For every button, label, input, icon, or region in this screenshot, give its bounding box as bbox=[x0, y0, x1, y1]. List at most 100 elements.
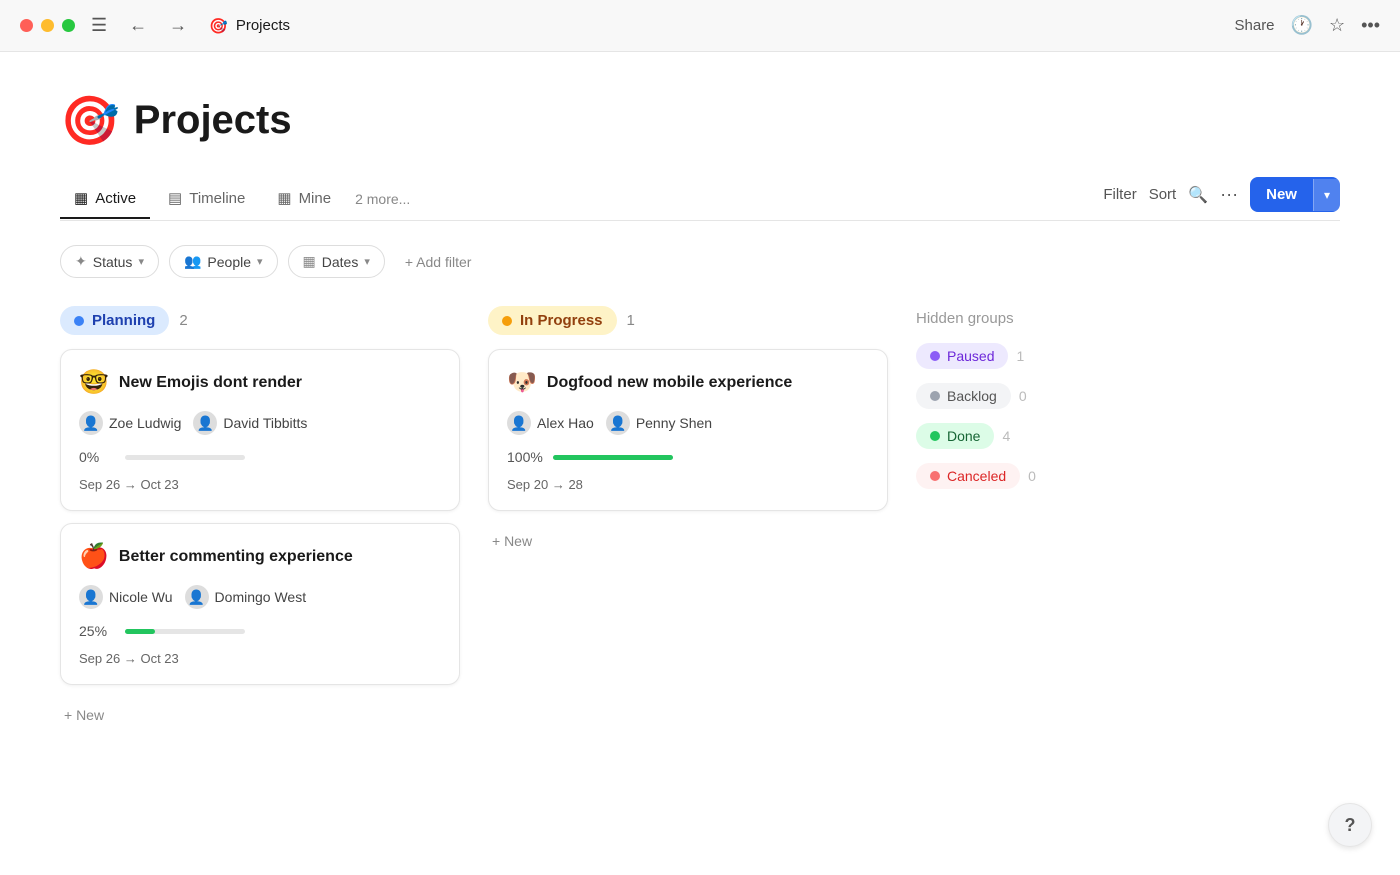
card2-title[interactable]: Better commenting experience bbox=[119, 548, 353, 566]
page-header: 🎯 Projects bbox=[60, 92, 1340, 149]
card3-person2-name: Penny Shen bbox=[636, 415, 712, 431]
app-title: 🎯 Projects bbox=[209, 17, 290, 35]
inprogress-label: In Progress bbox=[520, 312, 603, 329]
add-filter-button[interactable]: + Add filter bbox=[395, 247, 482, 277]
share-button[interactable]: Share bbox=[1235, 17, 1275, 34]
card2-avatar2: 👤 bbox=[185, 585, 209, 609]
close-button[interactable] bbox=[20, 19, 33, 32]
help-button[interactable]: ? bbox=[1328, 803, 1372, 847]
column-inprogress: In Progress 1 🐶 Dogfood new mobile exper… bbox=[488, 306, 888, 559]
card1-date-arrow: → bbox=[124, 477, 141, 492]
card3-person2: 👤 Penny Shen bbox=[606, 411, 712, 435]
card3-date-arrow: → bbox=[552, 477, 569, 492]
done-badge: Done bbox=[916, 423, 994, 449]
planning-add-new[interactable]: + New bbox=[60, 697, 108, 733]
done-count: 4 bbox=[1002, 428, 1010, 444]
more-options-button[interactable]: ··· bbox=[1220, 184, 1238, 205]
star-icon[interactable]: ☆ bbox=[1329, 15, 1345, 36]
card3-emoji: 🐶 bbox=[507, 368, 537, 397]
tabs-more-button[interactable]: 2 more... bbox=[349, 181, 416, 217]
card2-date-end: Oct 23 bbox=[140, 651, 178, 666]
card1-dates: Sep 26 → Oct 23 bbox=[79, 477, 441, 492]
filters-row: ✦ Status ▾ 👥 People ▾ ▦ Dates ▾ + Add fi… bbox=[60, 245, 1340, 278]
card2-dates: Sep 26 → Oct 23 bbox=[79, 651, 441, 666]
group-canceled[interactable]: Canceled 0 bbox=[916, 463, 1136, 489]
inprogress-badge[interactable]: In Progress bbox=[488, 306, 617, 335]
history-icon[interactable]: 🕐 bbox=[1291, 15, 1313, 36]
tab-mine-icon: ▦ bbox=[277, 189, 291, 207]
group-backlog[interactable]: Backlog 0 bbox=[916, 383, 1136, 409]
hamburger-menu[interactable]: ☰ bbox=[91, 15, 107, 36]
card2-person1: 👤 Nicole Wu bbox=[79, 585, 173, 609]
card1-person1-name: Zoe Ludwig bbox=[109, 415, 181, 431]
tab-mine[interactable]: ▦ Mine bbox=[263, 179, 345, 219]
backlog-dot bbox=[930, 391, 940, 401]
hidden-groups: Hidden groups Paused 1 Backlog 0 Done bbox=[916, 306, 1136, 503]
column-planning-header: Planning 2 bbox=[60, 306, 460, 335]
canceled-count: 0 bbox=[1028, 468, 1036, 484]
sort-button[interactable]: Sort bbox=[1149, 186, 1177, 203]
card2-date-start: Sep 26 bbox=[79, 651, 120, 666]
new-button[interactable]: New bbox=[1250, 177, 1313, 212]
paused-badge: Paused bbox=[916, 343, 1008, 369]
tabs-right: Filter Sort 🔍 ··· New ▾ bbox=[1103, 177, 1340, 220]
card1-date-end: Oct 23 bbox=[140, 477, 178, 492]
card3-people: 👤 Alex Hao 👤 Penny Shen bbox=[507, 411, 869, 435]
fullscreen-button[interactable] bbox=[62, 19, 75, 32]
paused-label: Paused bbox=[947, 348, 994, 364]
card2-people: 👤 Nicole Wu 👤 Domingo West bbox=[79, 585, 441, 609]
tab-active[interactable]: ▦ Active bbox=[60, 179, 150, 219]
planning-label: Planning bbox=[92, 312, 155, 329]
hidden-groups-title: Hidden groups bbox=[916, 310, 1136, 327]
group-paused[interactable]: Paused 1 bbox=[916, 343, 1136, 369]
group-done[interactable]: Done 4 bbox=[916, 423, 1136, 449]
tab-active-icon: ▦ bbox=[74, 189, 88, 207]
inprogress-count: 1 bbox=[627, 312, 635, 329]
card3-progress-pct: 100% bbox=[507, 449, 543, 465]
card2-date-arrow: → bbox=[124, 651, 141, 666]
back-button[interactable]: ← bbox=[123, 13, 153, 38]
minimize-button[interactable] bbox=[41, 19, 54, 32]
canceled-dot bbox=[930, 471, 940, 481]
done-dot bbox=[930, 431, 940, 441]
card2-emoji: 🍎 bbox=[79, 542, 109, 571]
card1-emoji: 🤓 bbox=[79, 368, 109, 397]
search-button[interactable]: 🔍 bbox=[1188, 185, 1208, 205]
tab-timeline-label: Timeline bbox=[189, 190, 245, 207]
new-button-dropdown[interactable]: ▾ bbox=[1313, 179, 1340, 211]
status-icon: ✦ bbox=[75, 253, 87, 270]
card2-progress-bar bbox=[125, 629, 245, 634]
card1-person2: 👤 David Tibbitts bbox=[193, 411, 307, 435]
page-icon: 🎯 bbox=[60, 92, 120, 149]
planning-badge[interactable]: Planning bbox=[60, 306, 169, 335]
titlebar: ☰ ← → 🎯 Projects Share 🕐 ☆ ••• bbox=[0, 0, 1400, 52]
card2-person2: 👤 Domingo West bbox=[185, 585, 307, 609]
tab-active-label: Active bbox=[95, 190, 136, 207]
card3-title[interactable]: Dogfood new mobile experience bbox=[547, 374, 792, 392]
card-planning-2: 🍎 Better commenting experience 👤 Nicole … bbox=[60, 523, 460, 685]
card1-avatar2: 👤 bbox=[193, 411, 217, 435]
paused-count: 1 bbox=[1016, 348, 1024, 364]
card-planning-1: 🤓 New Emojis dont render 👤 Zoe Ludwig 👤 … bbox=[60, 349, 460, 511]
column-inprogress-header: In Progress 1 bbox=[488, 306, 888, 335]
filter-button[interactable]: Filter bbox=[1103, 186, 1136, 203]
column-planning: Planning 2 🤓 New Emojis dont render 👤 Zo… bbox=[60, 306, 460, 733]
card1-person2-name: David Tibbitts bbox=[223, 415, 307, 431]
more-icon[interactable]: ••• bbox=[1361, 15, 1380, 36]
card3-progress-fill bbox=[553, 455, 673, 460]
status-filter[interactable]: ✦ Status ▾ bbox=[60, 245, 159, 278]
card2-person1-name: Nicole Wu bbox=[109, 589, 173, 605]
forward-button[interactable]: → bbox=[163, 13, 193, 38]
card3-avatar1: 👤 bbox=[507, 411, 531, 435]
inprogress-add-new[interactable]: + New bbox=[488, 523, 536, 559]
tabs-left: ▦ Active ▤ Timeline ▦ Mine 2 more... bbox=[60, 179, 416, 218]
paused-dot bbox=[930, 351, 940, 361]
card3-date-start: Sep 20 bbox=[507, 477, 548, 492]
app-icon: 🎯 bbox=[209, 17, 228, 35]
people-filter[interactable]: 👥 People ▾ bbox=[169, 245, 278, 278]
dates-chevron: ▾ bbox=[364, 255, 370, 268]
card3-person1: 👤 Alex Hao bbox=[507, 411, 594, 435]
tab-timeline[interactable]: ▤ Timeline bbox=[154, 179, 259, 219]
dates-filter[interactable]: ▦ Dates ▾ bbox=[288, 245, 385, 278]
card1-title[interactable]: New Emojis dont render bbox=[119, 374, 302, 392]
